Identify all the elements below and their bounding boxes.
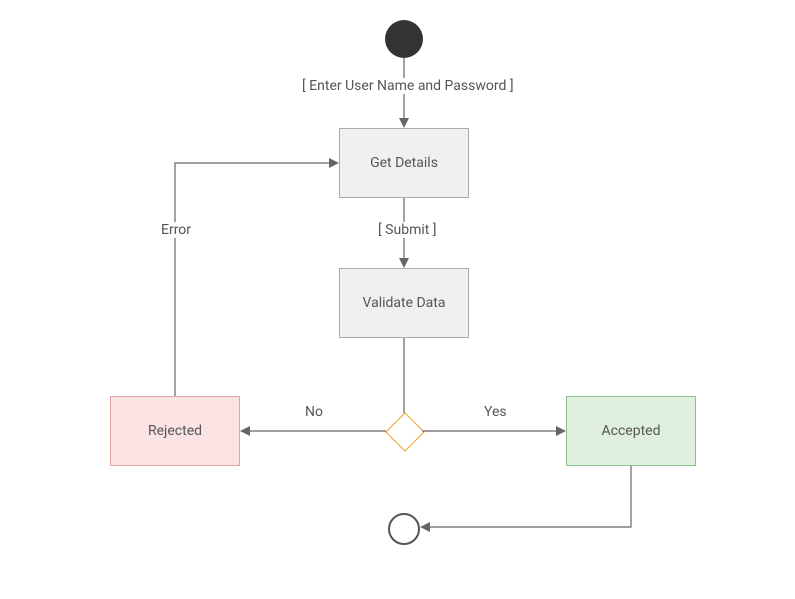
end-node [388,513,420,545]
edge-accepted-to-end [0,0,795,599]
flowchart-canvas: [ Enter User Name and Password ] Get Det… [0,0,795,599]
